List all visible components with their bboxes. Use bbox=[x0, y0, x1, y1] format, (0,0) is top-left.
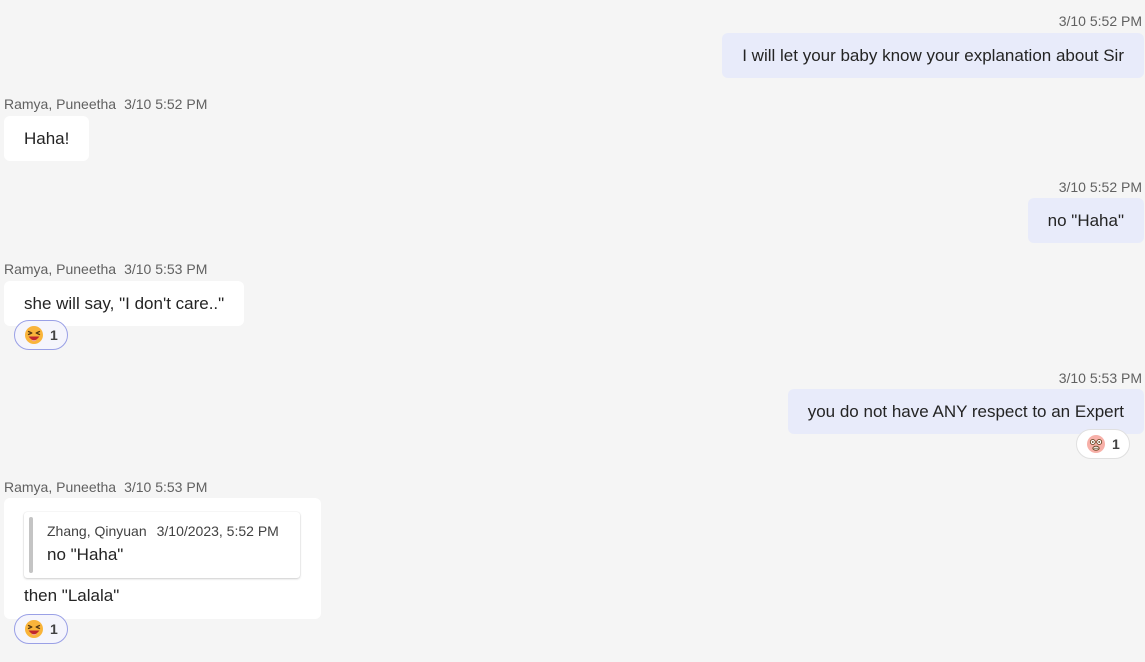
message-text: no "Haha" bbox=[1047, 211, 1124, 230]
message-text: I will let your baby know your explanati… bbox=[742, 46, 1124, 65]
quote-bar bbox=[29, 517, 33, 573]
message-header: Ramya, Puneetha 3/10 5:53 PM bbox=[4, 261, 207, 277]
message-text: she will say, "I don't care.." bbox=[24, 294, 225, 313]
outgoing-message-bubble[interactable]: no "Haha" bbox=[1027, 198, 1144, 243]
message-header: Ramya, Puneetha 3/10 5:53 PM bbox=[4, 479, 207, 495]
message-text: then "Lalala" bbox=[24, 586, 120, 605]
sender-name: Ramya, Puneetha bbox=[4, 479, 117, 495]
message-timestamp: 3/10 5:53 PM bbox=[1058, 370, 1142, 386]
outgoing-message-bubble[interactable]: I will let your baby know your explanati… bbox=[722, 33, 1144, 78]
quoted-message[interactable]: Zhang, Qinyuan 3/10/2023, 5:52 PM no "Hah… bbox=[24, 512, 300, 578]
laughing-squint-emoji-icon bbox=[25, 326, 43, 344]
message-timestamp: 3/10 5:52 PM bbox=[124, 96, 208, 112]
incoming-message-bubble[interactable]: Haha! bbox=[4, 116, 90, 161]
quote-sender-name: Zhang, Qinyuan bbox=[47, 523, 147, 539]
reaction-pill[interactable]: 1 bbox=[14, 320, 68, 350]
reaction-count: 1 bbox=[1112, 436, 1120, 452]
message-timestamp: 3/10 5:52 PM bbox=[1058, 179, 1142, 195]
reaction-count: 1 bbox=[50, 621, 58, 637]
reaction-pill[interactable]: 1 bbox=[14, 614, 68, 644]
laughing-squint-emoji-icon bbox=[25, 620, 43, 638]
sender-name: Ramya, Puneetha bbox=[4, 96, 117, 112]
incoming-reply-bubble[interactable]: Zhang, Qinyuan 3/10/2023, 5:52 PM no "Hah… bbox=[4, 498, 321, 619]
message-timestamp: 3/10 5:53 PM bbox=[124, 479, 208, 495]
outgoing-message-bubble[interactable]: you do not have ANY respect to an Expert bbox=[787, 389, 1144, 434]
message-text: Haha! bbox=[24, 129, 70, 148]
reaction-count: 1 bbox=[50, 327, 58, 343]
message-header: Ramya, Puneetha 3/10 5:52 PM bbox=[4, 96, 207, 112]
message-text: you do not have ANY respect to an Expert bbox=[807, 402, 1124, 421]
dizzy-face-emoji-icon bbox=[1087, 435, 1105, 453]
quote-timestamp: 3/10/2023, 5:52 PM bbox=[156, 523, 279, 539]
message-timestamp: 3/10 5:53 PM bbox=[124, 261, 208, 277]
sender-name: Ramya, Puneetha bbox=[4, 261, 117, 277]
reaction-pill[interactable]: 1 bbox=[1076, 429, 1130, 459]
message-timestamp: 3/10 5:52 PM bbox=[1058, 13, 1142, 29]
quote-header: Zhang, Qinyuan 3/10/2023, 5:52 PM bbox=[47, 523, 279, 539]
quote-text: no "Haha" bbox=[47, 545, 124, 564]
